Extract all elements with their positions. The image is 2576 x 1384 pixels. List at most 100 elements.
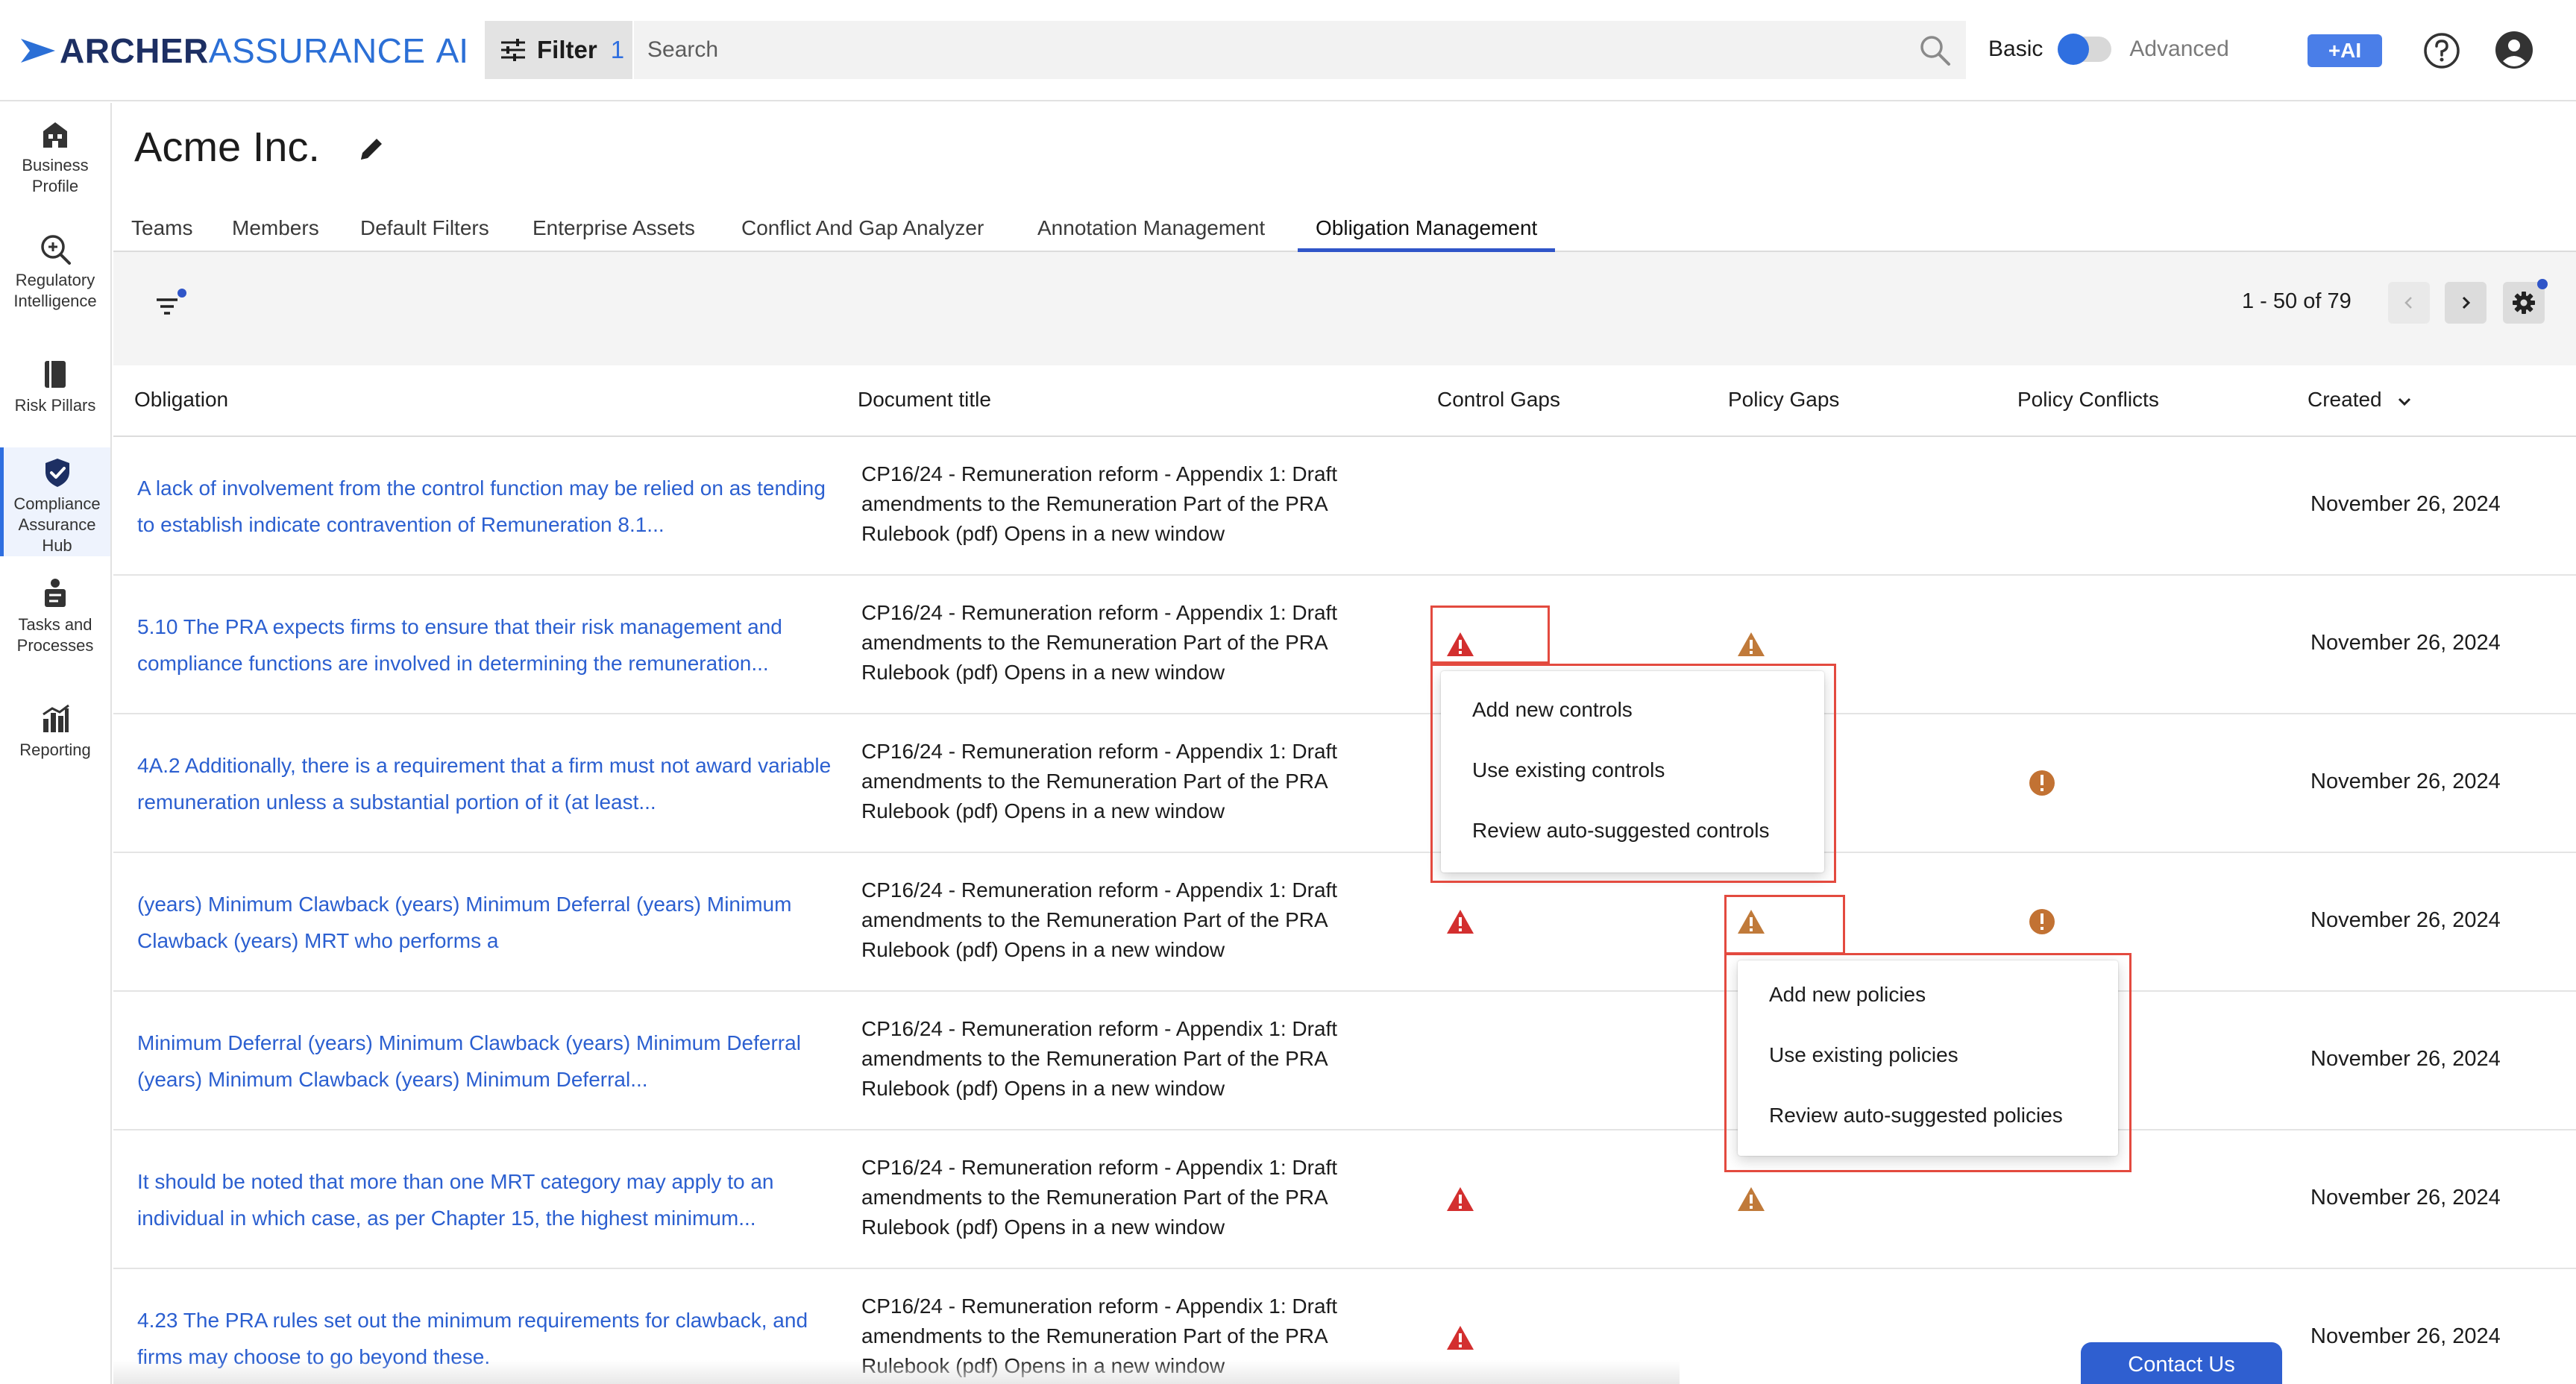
control-gap-warning-icon[interactable] [1445, 907, 1475, 937]
mode-basic-label: Basic [1988, 37, 2043, 61]
nav-regulatory-intelligence[interactable]: Regulatory Intelligence [0, 233, 110, 312]
filter-button[interactable]: Filter 1 [485, 21, 632, 79]
control-menu-highlight [1430, 664, 1836, 883]
pagination-text: 1 - 50 of 79 [2242, 289, 2352, 313]
obligation-link[interactable]: 5.10 The PRA expects firms to ensure tha… [137, 608, 838, 682]
nav-compliance-assurance-hub[interactable]: Compliance Assurance Hub [0, 447, 110, 556]
mode-switch: Basic Advanced [1988, 33, 2229, 66]
prev-page-button[interactable] [2388, 282, 2430, 324]
table-row: It should be noted that more than one MR… [113, 1130, 2576, 1269]
filter-count: 1 [610, 36, 625, 63]
archer-arrow-icon [21, 39, 55, 63]
table-row: (years) Minimum Clawback (years) Minimum… [113, 853, 2576, 992]
document-title: CP16/24 - Remuneration reform - Appendix… [861, 601, 1338, 684]
column-obligation[interactable]: Obligation [134, 388, 228, 412]
created-date: November 26, 2024 [2310, 770, 2501, 793]
tab-teams[interactable]: Teams [131, 206, 192, 252]
document-title: CP16/24 - Remuneration reform - Appendix… [861, 462, 1338, 545]
column-created[interactable]: Created [2308, 388, 2414, 412]
obligation-link[interactable]: 4A.2 Additionally, there is a requiremen… [137, 747, 838, 820]
left-nav: Business Profile Regulatory Intelligence… [0, 103, 112, 1384]
chart-icon [43, 704, 69, 732]
document-title: CP16/24 - Remuneration reform - Appendix… [861, 1156, 1338, 1239]
search-input[interactable] [647, 21, 1885, 79]
chevron-down-icon [2398, 397, 2411, 406]
next-page-button[interactable] [2445, 282, 2487, 324]
filter-lines-icon[interactable] [151, 286, 188, 324]
created-date: November 26, 2024 [2310, 908, 2501, 932]
shield-check-icon [45, 459, 69, 487]
filter-label: Filter [537, 36, 597, 63]
nav-label: Risk Pillars [14, 396, 96, 415]
table-row: 4A.2 Additionally, there is a requiremen… [113, 714, 2576, 853]
magnify-icon [41, 235, 71, 265]
policy-gap-warning-icon[interactable] [1736, 1184, 1766, 1214]
table-header: Obligation Document title Control Gaps P… [113, 365, 2576, 437]
table-row: 5.10 The PRA expects firms to ensure tha… [113, 576, 2576, 714]
contact-us-button[interactable]: Contact Us [2081, 1342, 2282, 1384]
sliders-icon [501, 39, 525, 61]
created-date: November 26, 2024 [2310, 1324, 2501, 1348]
obligation-link[interactable]: Minimum Deferral (years) Minimum Clawbac… [137, 1025, 838, 1098]
ai-button[interactable]: +AI [2308, 34, 2382, 67]
nav-business-profile[interactable]: Business Profile [0, 118, 110, 197]
nav-reporting[interactable]: Reporting [0, 702, 110, 761]
chevron-right-icon [2462, 296, 2471, 309]
nav-label: Reporting [19, 740, 91, 759]
policy-conflict-icon[interactable] [2027, 768, 2057, 798]
building-icon [43, 122, 67, 148]
nav-tasks-and-processes[interactable]: Tasks and Processes [0, 577, 110, 656]
table-toolbar: 1 - 50 of 79 [113, 252, 2576, 365]
created-date: November 26, 2024 [2310, 1186, 2501, 1210]
nav-risk-pillars[interactable]: Risk Pillars [0, 358, 110, 416]
brand-logo[interactable]: ARCHER ASSURANCE AI [19, 30, 468, 72]
column-policy-gaps[interactable]: Policy Gaps [1728, 388, 1839, 412]
control-gap-highlight [1430, 606, 1550, 664]
document-title: CP16/24 - Remuneration reform - Appendix… [861, 740, 1338, 822]
tab-bar: Teams Members Default Filters Enterprise… [113, 195, 2576, 252]
tab-default-filters[interactable]: Default Filters [360, 206, 489, 252]
top-bar: ARCHER ASSURANCE AI Filter 1 Basic Advan… [0, 0, 2576, 101]
created-date: November 26, 2024 [2310, 1047, 2501, 1071]
search-icon[interactable] [1918, 34, 1951, 66]
tasks-icon [45, 579, 66, 607]
tab-obligation-management[interactable]: Obligation Management [1298, 206, 1556, 252]
brand-word-2: ASSURANCE [208, 31, 426, 70]
nav-label: Tasks and Processes [16, 615, 94, 655]
mode-advanced-label: Advanced [2129, 37, 2229, 61]
column-control-gaps[interactable]: Control Gaps [1437, 388, 1560, 412]
user-avatar-icon[interactable] [2494, 30, 2534, 70]
column-created-label: Created [2308, 388, 2382, 411]
settings-indicator-dot [2537, 279, 2548, 289]
help-icon[interactable] [2422, 31, 2461, 70]
gear-icon [2513, 292, 2535, 314]
chevron-left-icon [2404, 297, 2412, 309]
created-date: November 26, 2024 [2310, 492, 2501, 516]
bottom-fade [113, 1360, 1680, 1384]
nav-label: Regulatory Intelligence [13, 271, 97, 310]
tab-enterprise-assets[interactable]: Enterprise Assets [533, 206, 695, 252]
page-title: Acme Inc. [134, 123, 320, 170]
pencil-icon[interactable] [356, 134, 386, 164]
brand-word-3: AI [436, 31, 469, 70]
nav-label: Compliance Assurance Hub [13, 494, 101, 555]
toggle-knob [2058, 34, 2090, 65]
tab-conflict-and-gap-analyzer[interactable]: Conflict And Gap Analyzer [741, 206, 984, 252]
created-date: November 26, 2024 [2310, 631, 2501, 655]
policy-menu-highlight [1724, 953, 2132, 1172]
obligation-link[interactable]: It should be noted that more than one MR… [137, 1163, 838, 1236]
nav-label: Business Profile [22, 156, 89, 195]
control-gap-warning-icon[interactable] [1445, 1184, 1475, 1214]
policy-conflict-icon[interactable] [2027, 907, 2057, 937]
control-gap-warning-icon[interactable] [1445, 1323, 1475, 1353]
column-document-title[interactable]: Document title [858, 388, 991, 412]
policy-gap-warning-icon[interactable] [1736, 629, 1766, 659]
mode-toggle[interactable] [2058, 34, 2112, 65]
obligation-link[interactable]: A lack of involvement from the control f… [137, 470, 838, 543]
tab-members[interactable]: Members [232, 206, 319, 252]
obligation-link[interactable]: (years) Minimum Clawback (years) Minimum… [137, 886, 838, 959]
tab-annotation-management[interactable]: Annotation Management [1037, 206, 1265, 252]
book-icon [45, 361, 66, 388]
column-policy-conflicts[interactable]: Policy Conflicts [2017, 388, 2159, 412]
table-row: Minimum Deferral (years) Minimum Clawbac… [113, 992, 2576, 1130]
